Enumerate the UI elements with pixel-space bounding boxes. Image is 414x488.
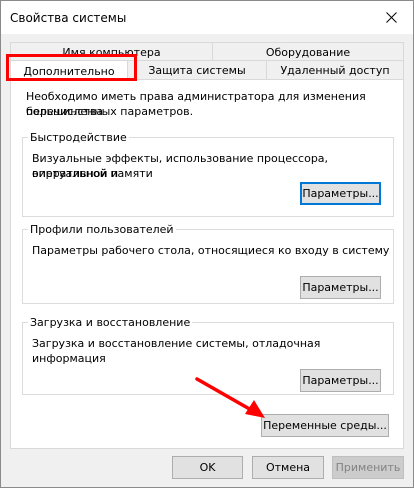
system-properties-window: Свойства системы Имя компьютера Оборудов… [0,0,414,488]
performance-settings-button[interactable]: Параметры... [300,182,381,205]
startup-recovery-desc: Загрузка и восстановление системы, отлад… [32,337,321,365]
performance-group: Быстродействие Визуальные эффекты, испол… [22,130,394,217]
tab-remote[interactable]: Удаленный доступ [266,60,404,80]
user-profiles-settings-button[interactable]: Параметры... [300,276,381,299]
startup-recovery-settings-button[interactable]: Параметры... [300,369,381,392]
apply-button[interactable]: Применить [332,456,404,479]
cancel-button[interactable]: Отмена [252,456,324,479]
user-profiles-desc: Параметры рабочего стола, относящиеся ко… [32,244,390,257]
performance-desc-line2: виртуальной памяти [32,167,153,180]
tab-system-protection[interactable]: Защита системы [127,60,267,80]
startup-recovery-title: Загрузка и восстановление [28,315,193,330]
window-title: Свойства системы [10,11,127,25]
close-icon [385,12,397,23]
environment-variables-button[interactable]: Переменные среды... [261,414,389,437]
admin-note-line2: перечисленных параметров. [26,105,194,118]
close-button[interactable] [369,1,413,34]
annotation-highlight-box [6,54,137,81]
title-bar[interactable]: Свойства системы [1,1,413,34]
user-profiles-group: Профили пользователей Параметры рабочего… [22,222,394,304]
ok-button[interactable]: OK [172,456,243,479]
annotation-arrow-icon [195,377,265,418]
tab-hardware[interactable]: Оборудование [212,42,404,62]
user-profiles-title: Профили пользователей [28,222,176,237]
performance-title: Быстродействие [28,130,129,145]
